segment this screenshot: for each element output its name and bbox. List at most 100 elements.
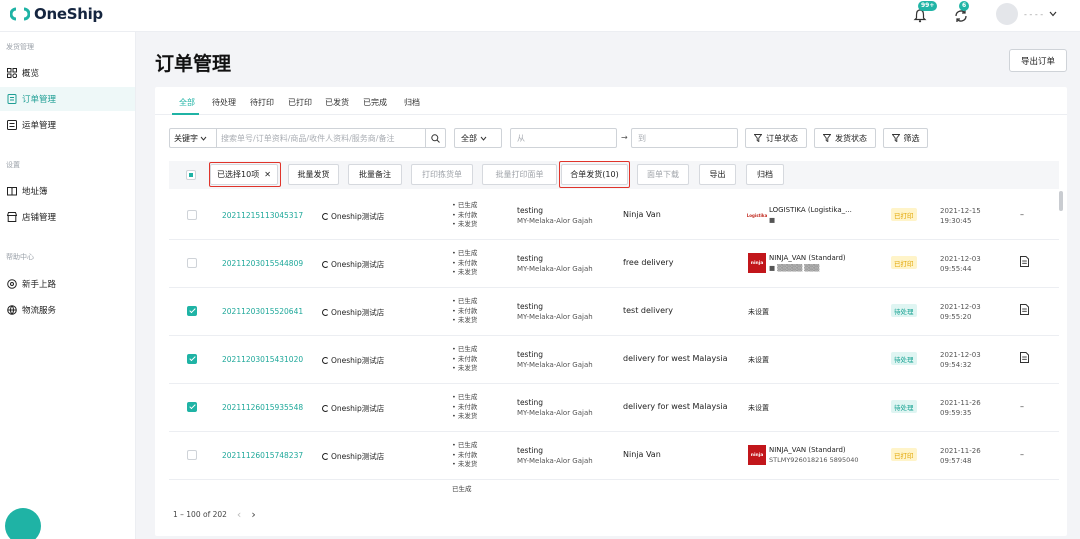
oneship-logo[interactable]: OneShip [10, 5, 103, 23]
view-document-button[interactable] [1020, 352, 1029, 365]
recipient-region: MY-Melaka-Alor Gajah [517, 361, 593, 369]
tab-shipped[interactable]: 已发货 [325, 97, 349, 108]
sidebar-item-waybills[interactable]: 运单管理 [0, 113, 135, 137]
table-row[interactable]: 20211126015935548 Oneship测试店 • 已生成 • 未付款 • 未… [169, 384, 1059, 432]
tracking-number: STLMY926018216 5895040 [769, 456, 859, 464]
archive-button[interactable]: 归档 [746, 164, 784, 185]
recipient-name: testing [517, 446, 544, 455]
order-number-link[interactable]: 20211215113045317 [222, 211, 303, 220]
bulk-ship-button[interactable]: 批量发货 [288, 164, 339, 185]
search-button[interactable] [425, 129, 445, 147]
user-menu[interactable]: - - - - [996, 3, 1057, 25]
filter-button[interactable]: 筛选 [883, 128, 928, 148]
status-tabs: 全部 待处理 待打印 已打印 已发货 已完成 归档 [155, 87, 1067, 115]
order-number-link[interactable]: 20211203015431020 [222, 355, 303, 364]
table-row[interactable]: 20211203015431020 Oneship测试店 • 已生成 • 未付款 • 未… [169, 336, 1059, 384]
tab-pending[interactable]: 待处理 [212, 97, 236, 108]
notification-bell[interactable]: 99+ [912, 1, 938, 24]
ship-status-filter[interactable]: 发货状态 [814, 128, 876, 148]
shipping-method: free delivery [623, 258, 674, 267]
recipient-name: testing [517, 302, 544, 311]
book-icon [7, 187, 17, 196]
label-download-button[interactable]: 面单下载 [637, 164, 689, 185]
status-line: • 未发货 [452, 220, 478, 228]
sidebar-item-orders[interactable]: 订单管理 [0, 87, 135, 111]
status-badge: 待处理 [891, 400, 917, 413]
carrier-unset: 未设置 [748, 356, 769, 364]
order-number-link[interactable]: 20211203015520641 [222, 307, 303, 316]
select-all-checkbox[interactable] [186, 170, 196, 180]
search-input[interactable]: 搜索单号/订单资料/商品/收件人资料/服务商/备注 [217, 133, 425, 144]
notification-badge: 99+ [918, 1, 938, 11]
row-checkbox[interactable] [187, 258, 197, 268]
sidebar-item-stores[interactable]: 店铺管理 [0, 205, 135, 229]
sidebar-item-address-book[interactable]: 地址簿 [0, 179, 135, 203]
status-line: • 已生成 [452, 441, 478, 449]
date-from-input[interactable]: 从 [510, 128, 617, 148]
view-document-button[interactable] [1020, 304, 1029, 317]
platform-select[interactable]: 全部 [454, 128, 502, 148]
highlight-box [209, 162, 281, 187]
date-to-input[interactable]: 到 [631, 128, 738, 148]
row-checkbox[interactable] [187, 450, 197, 460]
order-status-list: • 已生成 • 未付款 • 未发货 [452, 249, 477, 278]
row-checkbox[interactable] [187, 402, 197, 412]
order-time: 09:57:48 [940, 457, 972, 465]
table-row[interactable]: 20211203015544809 Oneship测试店 • 已生成 • 未付款 • 未… [169, 240, 1059, 288]
status-line: • 未发货 [452, 316, 478, 324]
view-document-button[interactable] [1020, 256, 1029, 269]
store-icon [7, 212, 17, 222]
prev-page-button[interactable]: ‹ [237, 508, 241, 521]
print-pick-list-button[interactable]: 打印拣货单 [411, 164, 473, 185]
table-row[interactable]: 20211215113045317 Oneship测试店 • 已生成 • 未付款 • 未… [169, 192, 1059, 240]
order-number-link[interactable]: 20211203015544809 [222, 259, 303, 268]
keyword-type-select[interactable]: 关键字 [170, 129, 217, 147]
next-page-button[interactable]: › [251, 508, 255, 521]
row-checkbox[interactable] [187, 210, 197, 220]
store-label: Oneship测试店 [331, 212, 385, 221]
status-line: • 未发货 [452, 364, 478, 372]
bulk-print-labels-button[interactable]: 批量打印面单 [482, 164, 557, 185]
document-icon [1020, 304, 1029, 315]
table-row[interactable]: 已生成 [169, 479, 1059, 497]
sidebar-section-title: 发货管理 [6, 43, 34, 51]
tab-completed[interactable]: 已完成 [363, 97, 387, 108]
sidebar: 发货管理 概览 订单管理 运单管理 设置 地址簿 店铺管理 帮助中心 新手上路 … [0, 32, 136, 539]
recipient-region: MY-Melaka-Alor Gajah [517, 457, 593, 465]
chevron-down-icon [480, 136, 487, 141]
order-status-list: 已生成 [452, 485, 472, 495]
sidebar-item-getting-started[interactable]: 新手上路 [0, 272, 135, 296]
table-row[interactable]: 20211126015748237 Oneship测试店 • 已生成 • 未付款 • 未… [169, 432, 1059, 480]
order-number-link[interactable]: 20211126015935548 [222, 403, 303, 412]
tab-archived[interactable]: 归档 [404, 97, 420, 108]
chat-support-button[interactable] [5, 508, 41, 539]
store-name: Oneship测试店 [322, 451, 384, 462]
tab-to-print[interactable]: 待打印 [250, 97, 274, 108]
tab-all[interactable]: 全部 [179, 97, 195, 108]
store-icon [322, 309, 329, 316]
tab-printed[interactable]: 已打印 [288, 97, 312, 108]
store-icon [322, 453, 329, 460]
order-time: 09:55:44 [940, 265, 972, 273]
order-status-filter[interactable]: 订单状态 [745, 128, 807, 148]
sidebar-item-overview[interactable]: 概览 [0, 61, 135, 85]
order-date: 2021-12-03 [940, 303, 981, 311]
export-orders-button[interactable]: 导出订单 [1009, 49, 1067, 72]
highlight-box [559, 161, 630, 188]
row-checkbox[interactable] [187, 306, 197, 316]
row-action: – [1020, 450, 1024, 459]
user-name: - - - - [1024, 9, 1044, 19]
bulk-note-button[interactable]: 批量备注 [348, 164, 402, 185]
export-button[interactable]: 导出 [699, 164, 736, 185]
table-row[interactable]: 20211203015520641 Oneship测试店 • 已生成 • 未付款 • 未… [169, 288, 1059, 336]
sidebar-item-logistics[interactable]: 物流服务 [0, 298, 135, 322]
table-scrollbar[interactable] [1059, 191, 1063, 211]
updates-button[interactable]: 6 [953, 1, 970, 24]
recipient-info: testing MY-Melaka-Alor Gajah [517, 349, 593, 371]
row-checkbox[interactable] [187, 354, 197, 364]
order-date: 2021-12-15 [940, 207, 981, 215]
order-number-link[interactable]: 20211126015748237 [222, 451, 303, 460]
carrier-name: NINJA_VAN (Standard) [769, 446, 846, 454]
ship-status-label: 发货状态 [835, 133, 867, 143]
document-icon [1020, 352, 1029, 363]
